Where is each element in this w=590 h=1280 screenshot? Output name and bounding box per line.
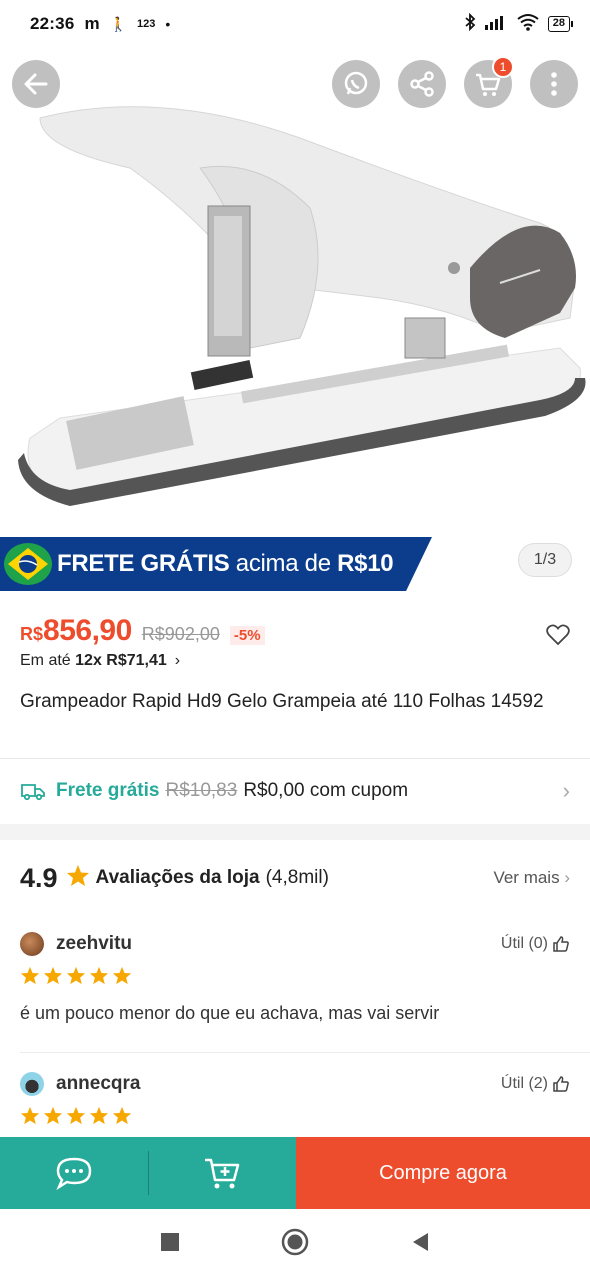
thumbs-up-icon	[553, 1076, 569, 1092]
review-item: zeehvitu Útil (0) é um pouco menor do qu…	[20, 930, 570, 1024]
avatar	[20, 932, 44, 956]
status-bar: 22:36 m 🚶 123 • 28	[0, 0, 590, 48]
review-text: é um pouco menor do que eu achava, mas v…	[20, 1003, 440, 1023]
rating-score: 4.9	[20, 862, 58, 893]
star-icon	[89, 966, 109, 985]
helpful-label: Útil (2)	[500, 1075, 548, 1092]
battery-indicator: 28	[547, 16, 574, 32]
star-icon	[112, 1106, 132, 1125]
see-more-link[interactable]: Ver mais ›	[493, 868, 570, 888]
stapler-illustration	[18, 106, 586, 506]
review-username: annecqra	[56, 1073, 141, 1094]
share-button[interactable]	[398, 60, 446, 108]
dot-icon: •	[165, 16, 171, 32]
currency-symbol: R$	[20, 624, 44, 644]
clock: 22:36	[30, 14, 75, 33]
signal-icon	[484, 14, 508, 35]
free-shipping-text: FRETE GRÁTIS acima de R$10	[57, 550, 394, 578]
ratings-count: (4,8mil)	[265, 867, 329, 888]
free-shipping-rest: acima de	[229, 550, 338, 577]
whatsapp-share-button[interactable]	[332, 60, 380, 108]
free-shipping-amount: R$10	[337, 550, 394, 577]
review-stars	[20, 1106, 570, 1125]
secondary-actions	[0, 1137, 296, 1209]
image-pager: 1/3	[518, 543, 572, 577]
see-more-label: Ver mais	[493, 868, 560, 887]
avatar	[20, 1072, 44, 1096]
bluetooth-icon	[464, 12, 476, 36]
shipping-value: R$0,00 com cupom	[243, 780, 409, 801]
share-icon	[410, 71, 434, 97]
star-icon	[43, 1106, 63, 1125]
add-to-cart-icon	[205, 1158, 240, 1189]
chat-icon	[56, 1157, 92, 1190]
chat-button[interactable]	[0, 1137, 148, 1209]
favorite-heart-icon[interactable]	[546, 624, 570, 651]
bottom-action-bar: Compre agora	[0, 1137, 590, 1209]
wifi-icon	[516, 13, 540, 36]
divider	[0, 758, 590, 759]
whatsapp-icon	[344, 71, 368, 95]
discount-badge: -5%	[229, 626, 265, 645]
product-image[interactable]	[0, 48, 590, 536]
star-icon	[112, 966, 132, 985]
section-gap	[0, 824, 590, 840]
carrier-icon: m	[84, 14, 100, 33]
back-button[interactable]	[12, 60, 60, 108]
home-button[interactable]	[281, 1228, 309, 1261]
star-icon	[66, 1106, 86, 1125]
system-nav-bar	[0, 1209, 590, 1280]
original-price: R$902,00	[141, 624, 220, 644]
system-back-button[interactable]	[410, 1231, 430, 1258]
brazil-flag-icon	[4, 543, 52, 585]
helpful-button[interactable]: Útil (2)	[501, 1075, 570, 1093]
chevron-right-icon: ›	[564, 868, 570, 887]
home-circle-icon	[281, 1228, 309, 1256]
more-options-button[interactable]	[530, 60, 578, 108]
price-row: R$ 856,90 R$902,00 -5%	[20, 614, 570, 650]
helpful-button[interactable]: Útil (0)	[501, 935, 570, 953]
star-icon	[66, 864, 90, 892]
store-ratings-header: 4.9 Avaliações da loja (4,8mil) Ver mais…	[20, 860, 570, 896]
review-item: annecqra Útil (2)	[20, 1070, 570, 1125]
free-shipping-banner-row: FRETE GRÁTIS acima de R$10 1/3	[0, 537, 590, 593]
add-to-cart-button[interactable]	[149, 1137, 297, 1209]
chevron-right-icon: ›	[562, 778, 570, 803]
chevron-right-icon: ›	[174, 652, 181, 669]
review-username: zeehvitu	[56, 933, 133, 954]
arrow-left-icon	[24, 73, 48, 95]
thumbs-up-icon	[553, 936, 569, 952]
buy-now-button[interactable]: Compre agora	[296, 1137, 590, 1209]
star-icon	[20, 1106, 40, 1125]
review-stars	[20, 966, 570, 985]
product-title: Grampeador Rapid Hd9 Gelo Grampeia até 1…	[20, 691, 544, 712]
current-price: 856,90	[43, 614, 132, 647]
shipping-original-price: R$10,83	[165, 780, 238, 801]
star-icon	[43, 966, 63, 985]
cart-button[interactable]: 1	[464, 56, 514, 108]
divider	[20, 1052, 590, 1053]
installments-link[interactable]: Em até 12x R$71,41 ›	[20, 652, 180, 670]
installments-value: 12x R$71,41	[75, 652, 167, 669]
installments-prefix: Em até	[20, 652, 76, 669]
square-icon	[161, 1233, 180, 1251]
triangle-back-icon	[412, 1233, 428, 1251]
free-shipping-label: Frete grátis	[56, 780, 160, 801]
ratings-label: Avaliações da loja	[95, 867, 260, 888]
walking-icon: 🚶	[109, 15, 128, 32]
star-icon	[66, 966, 86, 985]
free-shipping-bold: FRETE GRÁTIS	[57, 550, 230, 577]
cart-count-badge: 1	[492, 56, 514, 78]
helpful-label: Útil (0)	[500, 935, 548, 952]
star-icon	[89, 1106, 109, 1125]
more-vertical-icon	[551, 72, 557, 96]
recent-apps-button[interactable]	[160, 1232, 180, 1257]
delivery-truck-icon	[21, 784, 45, 801]
shipping-row[interactable]: Frete grátis R$10,83 R$0,00 com cupom ›	[20, 775, 570, 807]
step-counter: 123	[137, 18, 156, 30]
star-icon	[20, 966, 40, 985]
